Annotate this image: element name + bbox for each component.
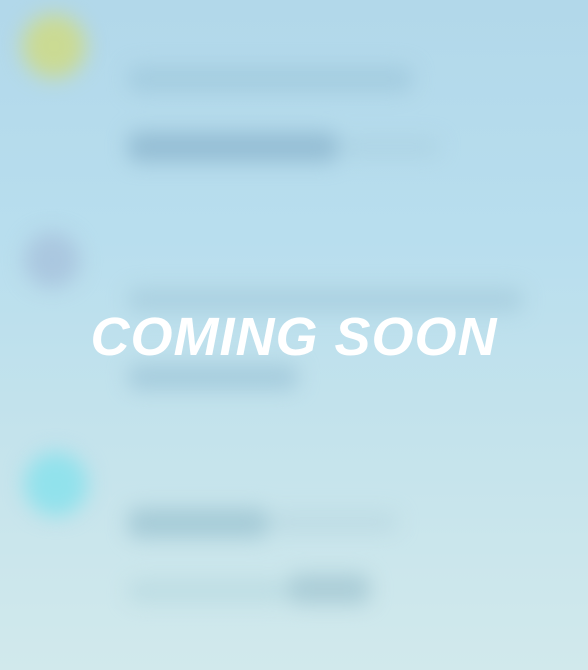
avatar bbox=[24, 452, 88, 516]
avatar bbox=[22, 14, 86, 78]
list-item-title-extra-placeholder bbox=[268, 512, 398, 532]
list-item-subtitle-placeholder bbox=[128, 580, 288, 602]
list-item-title-placeholder bbox=[128, 508, 268, 538]
list-item-title-placeholder bbox=[128, 66, 413, 92]
list-item-meta-placeholder bbox=[340, 138, 440, 156]
coming-soon-overlay: COMING SOON bbox=[90, 307, 498, 367]
avatar bbox=[24, 232, 80, 288]
list-item-meta-placeholder bbox=[288, 574, 370, 604]
list-item-subtitle-placeholder bbox=[128, 132, 338, 162]
